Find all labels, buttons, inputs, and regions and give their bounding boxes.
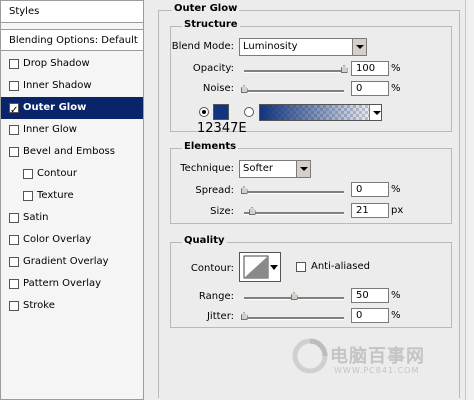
pattern-overlay-checkbox[interactable] — [9, 279, 19, 289]
spread-slider-track[interactable] — [244, 191, 344, 194]
watermark-logo-icon — [292, 338, 328, 374]
jitter-label: Jitter: — [206, 311, 234, 322]
sidebar-item-drop-shadow[interactable]: Drop Shadow — [1, 53, 143, 75]
technique-value: Softer — [243, 163, 273, 174]
noise-label: Noise: — [202, 83, 234, 94]
sidebar-item-label: Gradient Overlay — [23, 256, 109, 267]
sidebar-item-bevel-emboss[interactable]: Bevel and Emboss — [1, 141, 143, 163]
elements-title: Elements — [182, 141, 239, 152]
sidebar-item-pattern-overlay[interactable]: Pattern Overlay — [1, 273, 143, 295]
blending-options-item[interactable]: Blending Options: Default — [1, 29, 143, 51]
sidebar-item-label: Pattern Overlay — [23, 278, 102, 289]
size-field[interactable]: 21 — [351, 203, 389, 218]
sidebar-item-texture[interactable]: Texture — [1, 185, 143, 207]
noise-slider-track[interactable] — [244, 90, 344, 93]
watermark-url: WWW.PC841.COM — [334, 366, 420, 375]
solid-color-radio[interactable] — [199, 107, 209, 117]
sidebar-item-label: Texture — [37, 190, 74, 201]
sidebar-item-label: Inner Shadow — [23, 80, 92, 91]
watermark-brand: 电脑百事网 — [330, 346, 425, 367]
opacity-label: Opacity: — [192, 63, 234, 74]
spread-field[interactable]: 0 — [351, 182, 389, 197]
sidebar-item-label: Color Overlay — [23, 234, 92, 245]
size-label: Size: — [210, 206, 234, 217]
sidebar-item-color-overlay[interactable]: Color Overlay — [1, 229, 143, 251]
sidebar-item-satin[interactable]: Satin — [1, 207, 143, 229]
noise-field[interactable]: 0 — [351, 81, 389, 96]
spread-unit: % — [391, 184, 401, 195]
jitter-unit: % — [391, 310, 401, 321]
contour-label: Contour: — [190, 263, 234, 274]
sidebar-item-label: Bevel and Emboss — [23, 146, 115, 157]
opacity-field[interactable]: 100 — [351, 61, 389, 76]
opacity-unit: % — [391, 63, 401, 74]
styles-sidebar: Styles Blending Options: Default Drop Sh… — [0, 0, 144, 400]
inner-glow-checkbox[interactable] — [9, 125, 19, 135]
anti-aliased-label: Anti-aliased — [311, 261, 371, 272]
jitter-field[interactable]: 0 — [351, 308, 389, 323]
spread-label: Spread: — [195, 185, 234, 196]
contour-picker[interactable] — [239, 252, 281, 282]
technique-label: Technique: — [180, 163, 234, 174]
sidebar-item-label: Contour — [37, 168, 77, 179]
drop-shadow-checkbox[interactable] — [9, 59, 19, 69]
scrollbar[interactable] — [465, 0, 474, 400]
satin-checkbox[interactable] — [9, 213, 19, 223]
styles-header[interactable]: Styles — [1, 1, 143, 23]
sidebar-item-inner-shadow[interactable]: Inner Shadow — [1, 75, 143, 97]
chevron-down-icon[interactable] — [352, 39, 366, 55]
glow-color-swatch[interactable] — [213, 104, 229, 120]
contour-checkbox[interactable] — [23, 169, 33, 179]
sidebar-item-inner-glow[interactable]: Inner Glow — [1, 119, 143, 141]
range-unit: % — [391, 290, 401, 301]
contour-curve-icon — [243, 255, 278, 279]
chevron-down-icon[interactable] — [369, 105, 381, 120]
structure-title: Structure — [182, 19, 240, 30]
color-overlay-checkbox[interactable] — [9, 235, 19, 245]
quality-title: Quality — [182, 235, 227, 246]
gradient-overlay-checkbox[interactable] — [9, 257, 19, 267]
chevron-down-icon[interactable] — [296, 161, 310, 177]
blend-mode-value: Luminosity — [243, 41, 298, 52]
sidebar-item-gradient-overlay[interactable]: Gradient Overlay — [1, 251, 143, 273]
technique-select[interactable]: Softer — [239, 160, 311, 178]
blend-mode-label: Blend Mode: — [171, 41, 234, 52]
sidebar-item-label: Outer Glow — [23, 102, 87, 113]
jitter-slider-track[interactable] — [244, 317, 344, 320]
sidebar-item-label: Satin — [23, 212, 49, 223]
color-hex-caption: 12347E — [197, 121, 247, 136]
size-slider-track[interactable] — [244, 212, 344, 215]
texture-checkbox[interactable] — [23, 191, 33, 201]
sidebar-item-stroke[interactable]: Stroke — [1, 295, 143, 317]
styles-label: Styles — [9, 6, 40, 17]
bevel-emboss-checkbox[interactable] — [9, 147, 19, 157]
noise-unit: % — [391, 83, 401, 94]
range-label: Range: — [198, 291, 234, 302]
panel-title: Outer Glow — [172, 3, 240, 14]
sidebar-item-label: Drop Shadow — [23, 58, 90, 69]
anti-aliased-checkbox[interactable] — [296, 262, 306, 272]
size-unit: px — [391, 205, 404, 216]
opacity-slider-track[interactable] — [244, 70, 344, 73]
sidebar-item-label: Inner Glow — [23, 124, 77, 135]
glow-gradient-picker[interactable] — [259, 104, 382, 121]
sidebar-item-label: Stroke — [23, 300, 55, 311]
range-field[interactable]: 50 — [351, 288, 389, 303]
outer-glow-checkbox[interactable] — [9, 100, 19, 122]
stroke-checkbox[interactable] — [9, 301, 19, 311]
sidebar-item-contour[interactable]: Contour — [1, 163, 143, 185]
inner-shadow-checkbox[interactable] — [9, 81, 19, 91]
gradient-radio[interactable] — [244, 107, 254, 117]
sidebar-item-outer-glow[interactable]: Outer Glow — [1, 97, 143, 122]
blend-mode-select[interactable]: Luminosity — [239, 38, 367, 56]
blending-options-label: Blending Options: Default — [9, 35, 138, 46]
